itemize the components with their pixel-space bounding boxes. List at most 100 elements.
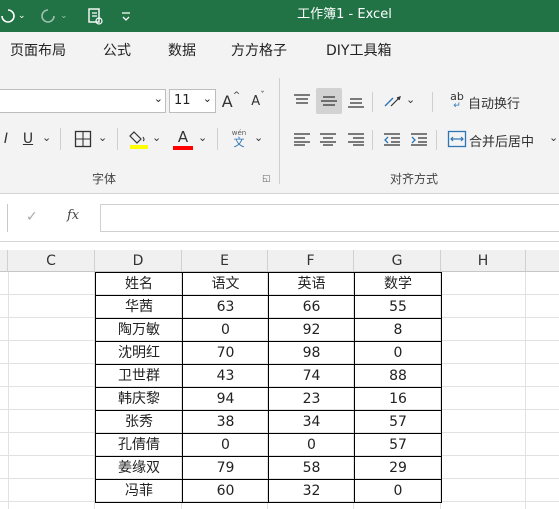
tab-data[interactable]: 数据: [168, 32, 196, 70]
table-cell[interactable]: 98: [268, 341, 355, 365]
shrink-font-button[interactable]: Aˇ: [246, 88, 270, 114]
header-cell[interactable]: 语文: [182, 272, 269, 296]
header-cell[interactable]: 英语: [268, 272, 355, 296]
table-cell[interactable]: 孔倩倩: [95, 433, 183, 457]
table-cell[interactable]: 冯菲: [95, 479, 183, 503]
tab-fangfang[interactable]: 方方格子: [231, 32, 287, 70]
table-cell[interactable]: 92: [268, 318, 355, 342]
select-all-corner[interactable]: [0, 250, 8, 272]
italic-label: I: [3, 131, 9, 147]
table-cell[interactable]: 60: [182, 479, 269, 503]
column-header-e[interactable]: E: [182, 250, 268, 272]
table-cell[interactable]: 0: [354, 341, 442, 365]
font-color-button[interactable]: A: [170, 126, 196, 152]
decrease-indent-icon: [384, 133, 400, 146]
table-cell[interactable]: 74: [268, 364, 355, 388]
table-cell[interactable]: 57: [354, 410, 442, 434]
align-middle-button[interactable]: [316, 88, 342, 114]
decrease-indent-button[interactable]: [380, 126, 404, 152]
align-bottom-button[interactable]: [344, 88, 368, 114]
table-cell[interactable]: 16: [354, 387, 442, 411]
align-right-button[interactable]: [344, 126, 368, 152]
table-cell[interactable]: 34: [268, 410, 355, 434]
table-cell[interactable]: 陶万敏: [95, 318, 183, 342]
tab-formulas[interactable]: 公式: [103, 32, 131, 70]
fill-color-button[interactable]: [126, 126, 152, 152]
column-header-i[interactable]: [526, 250, 559, 272]
tab-page-layout[interactable]: 页面布局: [10, 32, 66, 70]
table-cell[interactable]: 43: [182, 364, 269, 388]
increase-indent-icon: [411, 133, 427, 146]
table-cell[interactable]: 0: [182, 433, 269, 457]
chevron-down-icon[interactable]: ⌄: [254, 131, 263, 144]
orientation-button[interactable]: [380, 88, 406, 114]
table-cell[interactable]: 姜缘双: [95, 456, 183, 480]
table-cell[interactable]: 58: [268, 456, 355, 480]
chevron-down-icon[interactable]: ⌄: [406, 93, 415, 106]
column-header-g[interactable]: G: [354, 250, 441, 272]
insert-function-icon[interactable]: fx: [67, 208, 79, 223]
increase-indent-button[interactable]: [407, 126, 431, 152]
table-cell[interactable]: 华茜: [95, 295, 183, 319]
align-top-button[interactable]: [290, 88, 314, 114]
table-cell[interactable]: 29: [354, 456, 442, 480]
header-cell[interactable]: 数学: [354, 272, 442, 296]
italic-button[interactable]: I: [0, 126, 12, 152]
table-row: 冯菲 60 32 0: [95, 479, 442, 503]
table-cell[interactable]: 0: [268, 433, 355, 457]
table-cell[interactable]: 88: [354, 364, 442, 388]
table-cell[interactable]: 70: [182, 341, 269, 365]
table-cell[interactable]: 94: [182, 387, 269, 411]
column-header-c[interactable]: C: [8, 250, 95, 272]
borders-button[interactable]: [70, 126, 96, 152]
name-box[interactable]: [0, 204, 8, 232]
font-size-value: 11: [174, 93, 191, 108]
chevron-down-icon[interactable]: ⌄: [42, 131, 51, 144]
table-row: 陶万敏 0 92 8: [95, 318, 442, 342]
font-dialog-launcher-icon[interactable]: ◱: [262, 174, 271, 184]
enter-check-icon[interactable]: ✓: [26, 209, 38, 225]
table-cell[interactable]: 0: [354, 479, 442, 503]
align-left-button[interactable]: [290, 126, 314, 152]
font-size-box[interactable]: 11 ⌄: [169, 89, 216, 113]
formula-bar: ✓ fx: [0, 194, 559, 242]
align-center-button[interactable]: [316, 126, 340, 152]
table-cell[interactable]: 55: [354, 295, 442, 319]
column-header-d[interactable]: D: [95, 250, 182, 272]
column-header-h[interactable]: H: [441, 250, 526, 272]
merge-center-button[interactable]: 合并后居中: [469, 131, 534, 150]
table-cell[interactable]: 79: [182, 456, 269, 480]
table-cell[interactable]: 32: [268, 479, 355, 503]
table-cell[interactable]: 韩庆黎: [95, 387, 183, 411]
table-row: 华茜 63 66 55: [95, 295, 442, 319]
header-cell[interactable]: 姓名: [95, 272, 183, 296]
chevron-down-icon[interactable]: ⌄: [549, 131, 558, 144]
column-header-f[interactable]: F: [268, 250, 354, 272]
table-cell[interactable]: 38: [182, 410, 269, 434]
table-cell[interactable]: 张秀: [95, 410, 183, 434]
chevron-down-icon[interactable]: ⌄: [198, 131, 207, 144]
table-row: 卫世群 43 74 88: [95, 364, 442, 388]
separator: [60, 128, 61, 150]
window-title: 工作簿1 - Excel: [297, 7, 392, 22]
tab-diy-toolbox[interactable]: DIY工具箱: [326, 32, 391, 70]
chevron-down-icon[interactable]: ⌄: [152, 131, 161, 144]
font-name-box[interactable]: ⌄: [0, 89, 166, 113]
table-cell[interactable]: 沈明红: [95, 341, 183, 365]
table-cell[interactable]: 8: [354, 318, 442, 342]
table-cell[interactable]: 63: [182, 295, 269, 319]
grow-font-button[interactable]: A ^: [220, 88, 242, 114]
wrap-text-button[interactable]: 自动换行: [468, 93, 520, 112]
formula-input[interactable]: [100, 204, 559, 232]
table-cell[interactable]: 23: [268, 387, 355, 411]
table-cell[interactable]: 卫世群: [95, 364, 183, 388]
table-cell[interactable]: 66: [268, 295, 355, 319]
separator: [372, 92, 373, 112]
underline-button[interactable]: U: [20, 126, 36, 152]
table-cell[interactable]: 57: [354, 433, 442, 457]
table-cell[interactable]: 0: [182, 318, 269, 342]
phonetic-button[interactable]: wén 文: [226, 126, 252, 152]
chevron-down-icon[interactable]: ⌄: [98, 131, 107, 144]
ribbon: ⌄ 11 ⌄ A^ Aˇ I U ⌄ ⌄ ⌄ A ⌄ wén 文 ⌄ 字体 ◱: [0, 70, 559, 194]
align-top-icon: [294, 94, 310, 104]
